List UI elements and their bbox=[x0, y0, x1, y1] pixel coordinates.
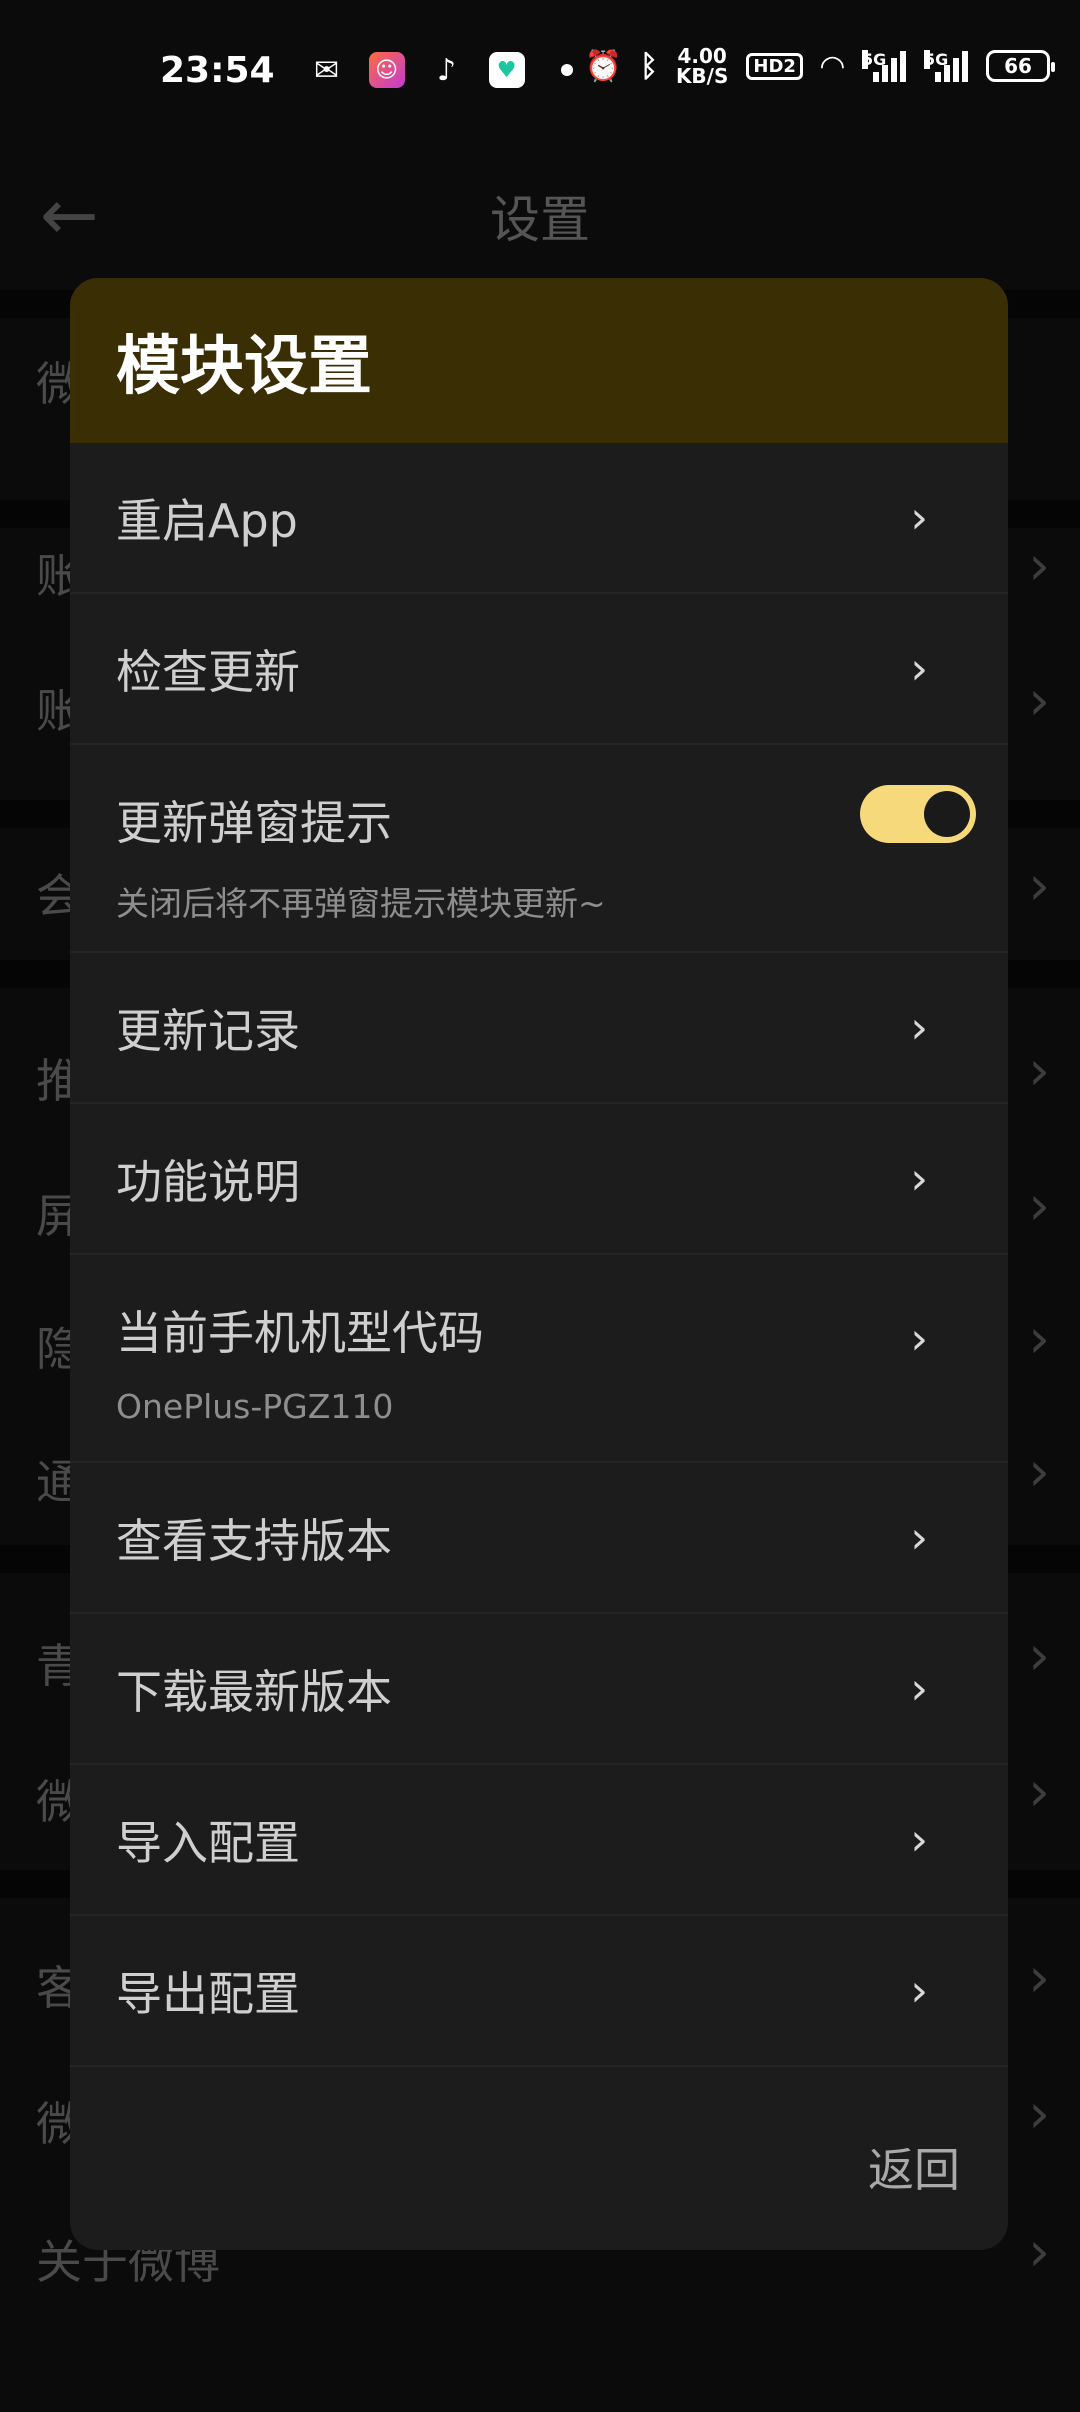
chevron-right-icon: › bbox=[1028, 1174, 1050, 1237]
row-label: 导出配置 bbox=[116, 1966, 300, 2021]
export-config-item[interactable]: 导出配置 › bbox=[70, 1916, 1008, 2067]
module-settings-dialog: 模块设置 重启App › 检查更新 › 更新弹窗提示 关闭后将不再弹窗提示模块更… bbox=[70, 278, 1008, 2250]
row-label: 导入配置 bbox=[116, 1815, 300, 1870]
sim2-label: 5G bbox=[924, 50, 949, 69]
chevron-right-icon: › bbox=[1028, 2082, 1050, 2145]
alarm-icon: ⏰ bbox=[584, 48, 622, 84]
app-icon: ☺ bbox=[368, 52, 405, 88]
dialog-header: 模块设置 bbox=[70, 278, 1008, 443]
chevron-right-icon: › bbox=[910, 1313, 928, 1365]
chevron-right-icon: › bbox=[1028, 669, 1050, 732]
chevron-right-icon: › bbox=[1028, 534, 1050, 597]
chevron-right-icon: › bbox=[910, 1002, 928, 1053]
background-header: ← 设置 bbox=[0, 140, 1080, 290]
chevron-right-icon: › bbox=[910, 643, 928, 694]
chevron-right-icon: › bbox=[1028, 1760, 1050, 1823]
wechat-icon: ✉ bbox=[314, 52, 340, 88]
chevron-right-icon: › bbox=[910, 1663, 928, 1714]
net-speed-unit: KB/S bbox=[675, 64, 729, 88]
signal-sim1-icon: 5G bbox=[862, 50, 906, 82]
update-popup-toggle[interactable] bbox=[860, 785, 976, 843]
bluetooth-icon: ᛒ bbox=[639, 48, 658, 84]
dialog-title: 模块设置 bbox=[116, 329, 372, 404]
chevron-right-icon: › bbox=[1028, 1946, 1050, 2009]
chevron-right-icon: › bbox=[910, 492, 928, 543]
status-bar: 23:54 ✉ ☺ ♪ ♥ ⏰ ᛒ 4.00 KB/S HD2 ◠ 5G 5G … bbox=[0, 0, 1080, 140]
heart-app-icon: ♥ bbox=[488, 52, 525, 88]
status-right: ⏰ ᛒ 4.00 KB/S HD2 ◠ 5G 5G 66 bbox=[584, 46, 1055, 86]
row-label: 查看支持版本 bbox=[116, 1513, 392, 1568]
hd-badge: HD2 bbox=[746, 52, 803, 80]
screen: 23:54 ✉ ☺ ♪ ♥ ⏰ ᛒ 4.00 KB/S HD2 ◠ 5G 5G … bbox=[0, 0, 1080, 2412]
chevron-right-icon: › bbox=[910, 1512, 928, 1563]
chevron-right-icon: › bbox=[1028, 1440, 1050, 1503]
device-model-item[interactable]: 当前手机机型代码 OnePlus-PGZ110 › bbox=[70, 1255, 1008, 1463]
row-subtitle: OnePlus-PGZ110 bbox=[116, 1387, 394, 1426]
chevron-right-icon: › bbox=[1028, 1624, 1050, 1687]
download-latest-item[interactable]: 下载最新版本 › bbox=[70, 1614, 1008, 1765]
tiktok-icon: ♪ bbox=[437, 52, 457, 88]
row-label: 下载最新版本 bbox=[116, 1664, 392, 1719]
row-label: 功能说明 bbox=[116, 1154, 300, 1209]
toggle-knob bbox=[924, 791, 970, 837]
chevron-right-icon: › bbox=[910, 1965, 928, 2016]
check-update-item[interactable]: 检查更新 › bbox=[70, 594, 1008, 745]
sim1-label: 5G bbox=[862, 50, 887, 69]
update-popup-toggle-item[interactable]: 更新弹窗提示 关闭后将不再弹窗提示模块更新~ bbox=[70, 745, 1008, 953]
chevron-right-icon: › bbox=[1028, 854, 1050, 917]
chevron-right-icon: › bbox=[910, 1814, 928, 1865]
battery-icon: 66 bbox=[986, 50, 1055, 82]
back-button[interactable]: 返回 bbox=[868, 2134, 960, 2200]
row-label: 更新记录 bbox=[116, 1003, 300, 1058]
signal-sim2-icon: 5G bbox=[924, 50, 968, 82]
import-config-item[interactable]: 导入配置 › bbox=[70, 1765, 1008, 1916]
row-subtitle: 关闭后将不再弹窗提示模块更新~ bbox=[116, 884, 606, 923]
row-label: 更新弹窗提示 bbox=[116, 796, 392, 850]
notification-dot-icon bbox=[560, 64, 573, 76]
supported-versions-item[interactable]: 查看支持版本 › bbox=[70, 1463, 1008, 1614]
dialog-footer: 返回 bbox=[70, 2074, 1008, 2250]
chevron-right-icon: › bbox=[1028, 1307, 1050, 1370]
net-speed: 4.00 KB/S bbox=[676, 46, 728, 86]
chevron-right-icon: › bbox=[1028, 1039, 1050, 1102]
update-log-item[interactable]: 更新记录 › bbox=[70, 953, 1008, 1104]
row-label: 检查更新 bbox=[116, 644, 300, 699]
wifi-icon: ◠ bbox=[820, 48, 844, 84]
chevron-right-icon: › bbox=[1028, 2220, 1050, 2283]
chevron-right-icon: › bbox=[910, 1153, 928, 1204]
restart-app-item[interactable]: 重启App › bbox=[70, 443, 1008, 594]
status-time: 23:54 bbox=[160, 49, 275, 91]
feature-description-item[interactable]: 功能说明 › bbox=[70, 1104, 1008, 1255]
row-label: 重启App bbox=[116, 493, 298, 548]
background-page-title: 设置 bbox=[490, 191, 590, 249]
row-label: 当前手机机型代码 bbox=[116, 1306, 484, 1360]
